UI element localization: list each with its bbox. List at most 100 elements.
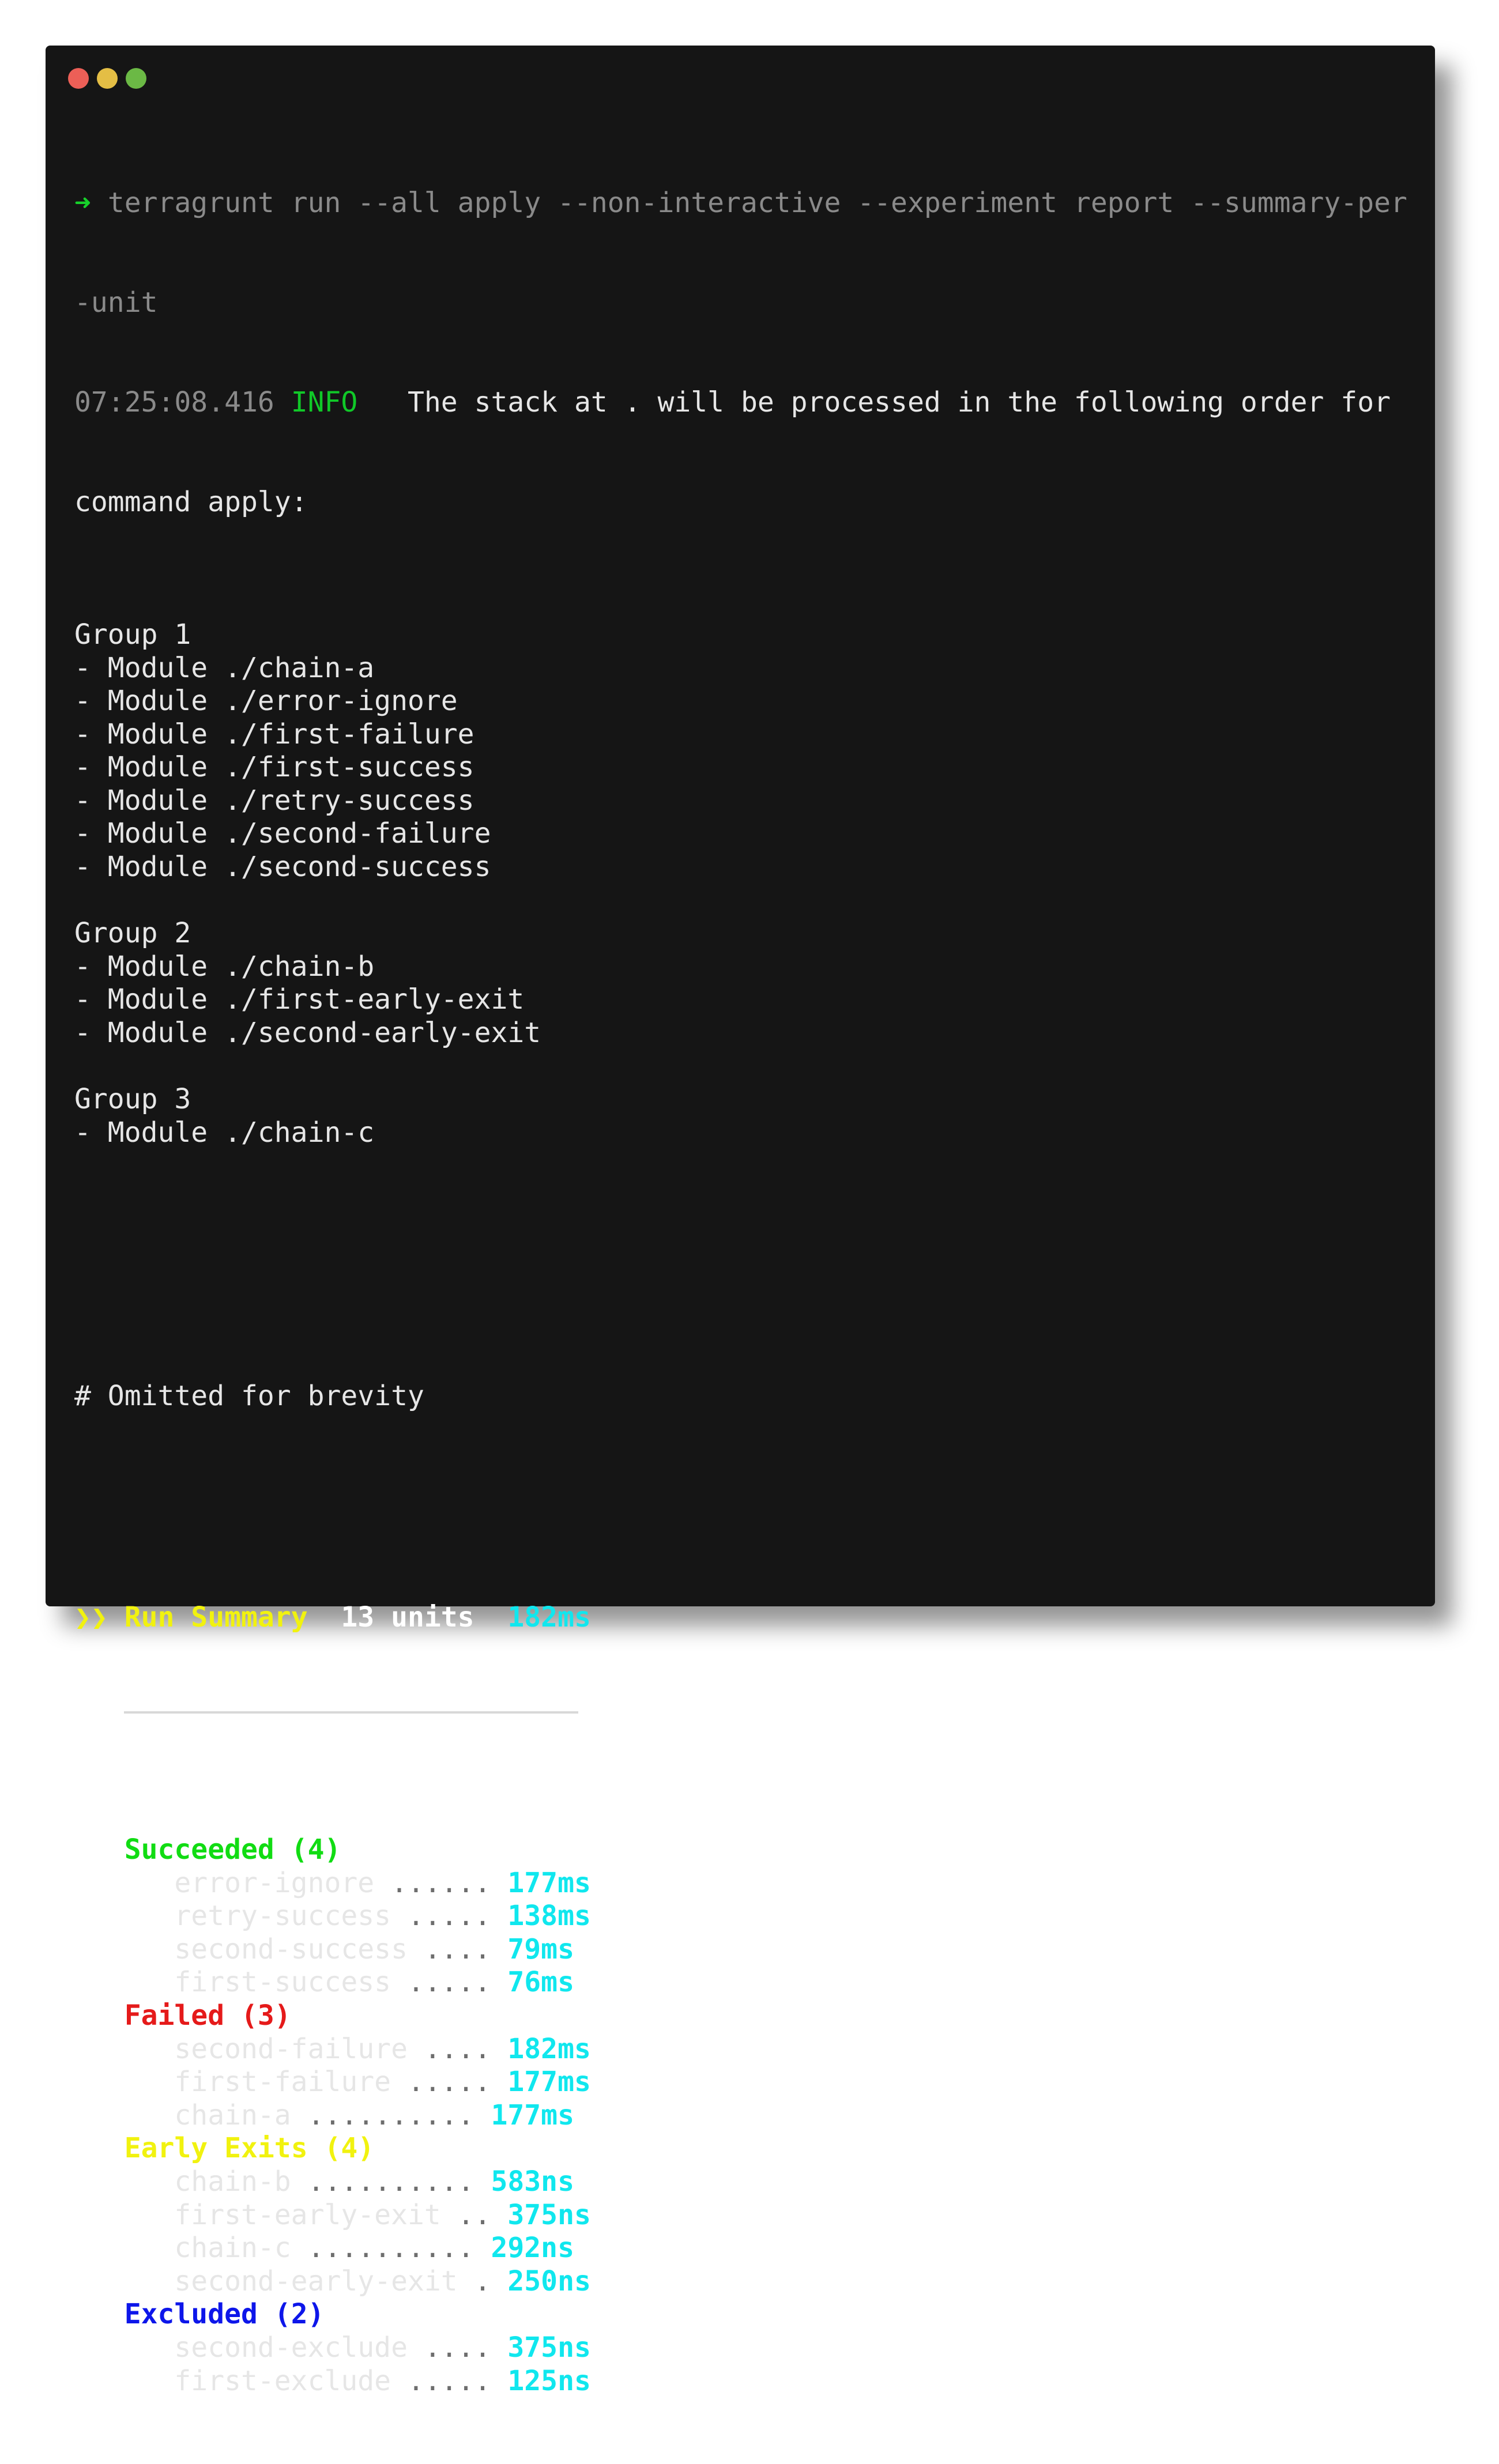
terminal-window: ➜ terragrunt run --all apply --non-inter… — [46, 46, 1435, 2397]
module-item: - Module ./error-ignore — [74, 685, 458, 718]
module-item: - Module ./first-early-exit — [74, 983, 525, 1016]
summary-duration: 182ms — [507, 1601, 591, 1633]
summary-unit-row: first-exclude ..... 125ns — [74, 2365, 1412, 2398]
log-level: INFO — [291, 386, 358, 418]
prompt-arrow-icon: ➜ — [74, 187, 91, 220]
summary-section-label: Excluded (2) — [124, 2298, 325, 2331]
unit-dot-leader: .... — [407, 2331, 491, 2364]
group-title: Group 2 — [74, 917, 191, 950]
unit-name: first-early-exit — [174, 2198, 441, 2231]
command-line-wrap: -unit — [74, 286, 158, 319]
close-dot-icon[interactable] — [68, 68, 89, 89]
module-groups: Group 1- Module ./chain-a - Module ./erro… — [74, 618, 1412, 1150]
summary-unit-row: second-failure .... 182ms — [74, 2033, 1412, 2066]
unit-duration: 76ms — [507, 1966, 574, 1999]
summary-sections: Succeeded (4) error-ignore ...... 177ms … — [74, 1833, 1412, 2398]
log-message: The stack at . will be processed in the … — [374, 386, 1391, 418]
unit-name: first-exclude — [174, 2364, 391, 2397]
unit-name: chain-a — [174, 2099, 291, 2131]
unit-name: error-ignore — [174, 1866, 375, 1899]
unit-duration: 177ms — [507, 1866, 591, 1899]
module-item: - Module ./chain-b — [74, 950, 375, 983]
unit-duration: 250ns — [507, 2265, 591, 2297]
summary-unit-row: first-early-exit .. 375ns — [74, 2199, 1412, 2232]
module-item: - Module ./first-failure — [74, 718, 474, 750]
unit-duration: 375ns — [507, 2198, 591, 2231]
summary-section-header: Failed (3) — [74, 1999, 1412, 2033]
unit-name: second-success — [174, 1933, 408, 1965]
unit-dot-leader: .......... — [291, 2099, 474, 2131]
unit-duration: 177ms — [507, 2066, 591, 2099]
unit-name: chain-c — [174, 2232, 291, 2265]
unit-dot-leader: . — [457, 2265, 491, 2297]
module-item: - Module ./chain-a — [74, 651, 375, 684]
unit-dot-leader: .... — [407, 1933, 491, 1965]
unit-duration: 375ns — [507, 2331, 591, 2364]
summary-section-label: Early Exits (4) — [124, 2132, 375, 2165]
summary-unit-row: chain-b .......... 583ns — [74, 2165, 1412, 2199]
module-item: - Module ./retry-success — [74, 784, 474, 817]
summary-header: ❯❯ Run Summary 13 units 182ms — [74, 1601, 1412, 1635]
unit-dot-leader: .. — [440, 2198, 491, 2231]
summary-section-header: Excluded (2) — [74, 2298, 1412, 2331]
terminal-output[interactable]: ➜ terragrunt run --all apply --non-inter… — [74, 120, 1412, 2464]
summary-unit-row: second-exclude .... 375ns — [74, 2331, 1412, 2365]
unit-duration: 79ms — [507, 1933, 574, 1965]
summary-section-label: Failed (3) — [124, 1999, 291, 2032]
comment-line: # Omitted for brevity — [74, 1380, 424, 1413]
minimize-dot-icon[interactable] — [97, 68, 118, 89]
group-title: Group 1 — [74, 618, 191, 651]
summary-unit-row: retry-success ..... 138ms — [74, 1900, 1412, 1933]
log-line: 07:25:08.416 INFO The stack at . will be… — [74, 386, 1412, 420]
summary-marker-icon: ❯❯ — [74, 1601, 108, 1633]
summary-divider — [124, 1711, 578, 1714]
unit-name: second-failure — [174, 2032, 408, 2065]
command-text: terragrunt run --all apply --non-interac… — [107, 187, 1407, 220]
log-timestamp: 07:25:08.416 — [74, 386, 274, 418]
module-item: - Module ./chain-c — [74, 1116, 375, 1149]
unit-dot-leader: ...... — [374, 1866, 491, 1899]
unit-dot-leader: ..... — [391, 1900, 491, 1933]
summary-section-header: Early Exits (4) — [74, 2132, 1412, 2165]
unit-duration: 138ms — [507, 1900, 591, 1933]
module-item: - Module ./first-success — [74, 751, 474, 784]
group-title: Group 3 — [74, 1083, 191, 1116]
summary-section-label: Succeeded (4) — [124, 1833, 341, 1866]
unit-dot-leader: .......... — [291, 2232, 474, 2265]
summary-unit-row: first-failure ..... 177ms — [74, 2066, 1412, 2099]
unit-dot-leader: .......... — [291, 2165, 474, 2198]
unit-dot-leader: ..... — [391, 2364, 491, 2397]
summary-unit-row: error-ignore ...... 177ms — [74, 1867, 1412, 1900]
unit-dot-leader: .... — [407, 2032, 491, 2065]
command-line: ➜ terragrunt run --all apply --non-inter… — [74, 187, 1412, 220]
module-item: - Module ./second-failure — [74, 817, 491, 850]
summary-unit-row: chain-a .......... 177ms — [74, 2099, 1412, 2133]
summary-unit-row: second-success .... 79ms — [74, 1933, 1412, 1967]
unit-name: second-early-exit — [174, 2265, 458, 2297]
summary-unit-row: first-success ..... 76ms — [74, 1966, 1412, 1999]
unit-duration: 292ns — [491, 2232, 574, 2265]
unit-dot-leader: ..... — [391, 1966, 491, 1999]
log-message-cont: command apply: — [74, 485, 308, 518]
maximize-dot-icon[interactable] — [126, 68, 146, 89]
summary-units: 13 units — [341, 1601, 474, 1633]
unit-name: retry-success — [174, 1900, 391, 1933]
module-item: - Module ./second-success — [74, 851, 491, 884]
module-item: - Module ./second-early-exit — [74, 1017, 541, 1050]
summary-divider-row — [74, 1701, 1412, 1734]
unit-duration: 583ns — [491, 2165, 574, 2198]
summary-title: Run Summary — [124, 1601, 308, 1633]
summary-section-header: Succeeded (4) — [74, 1833, 1412, 1867]
unit-name: chain-b — [174, 2165, 291, 2198]
summary-unit-row: second-early-exit . 250ns — [74, 2265, 1412, 2299]
unit-duration: 177ms — [491, 2099, 574, 2131]
unit-duration: 182ms — [507, 2032, 591, 2065]
unit-duration: 125ns — [507, 2364, 591, 2397]
summary-unit-row: chain-c .......... 292ns — [74, 2232, 1412, 2265]
unit-name: second-exclude — [174, 2331, 408, 2364]
unit-name: first-failure — [174, 2066, 391, 2099]
unit-dot-leader: ..... — [391, 2066, 491, 2099]
unit-name: first-success — [174, 1966, 391, 1999]
